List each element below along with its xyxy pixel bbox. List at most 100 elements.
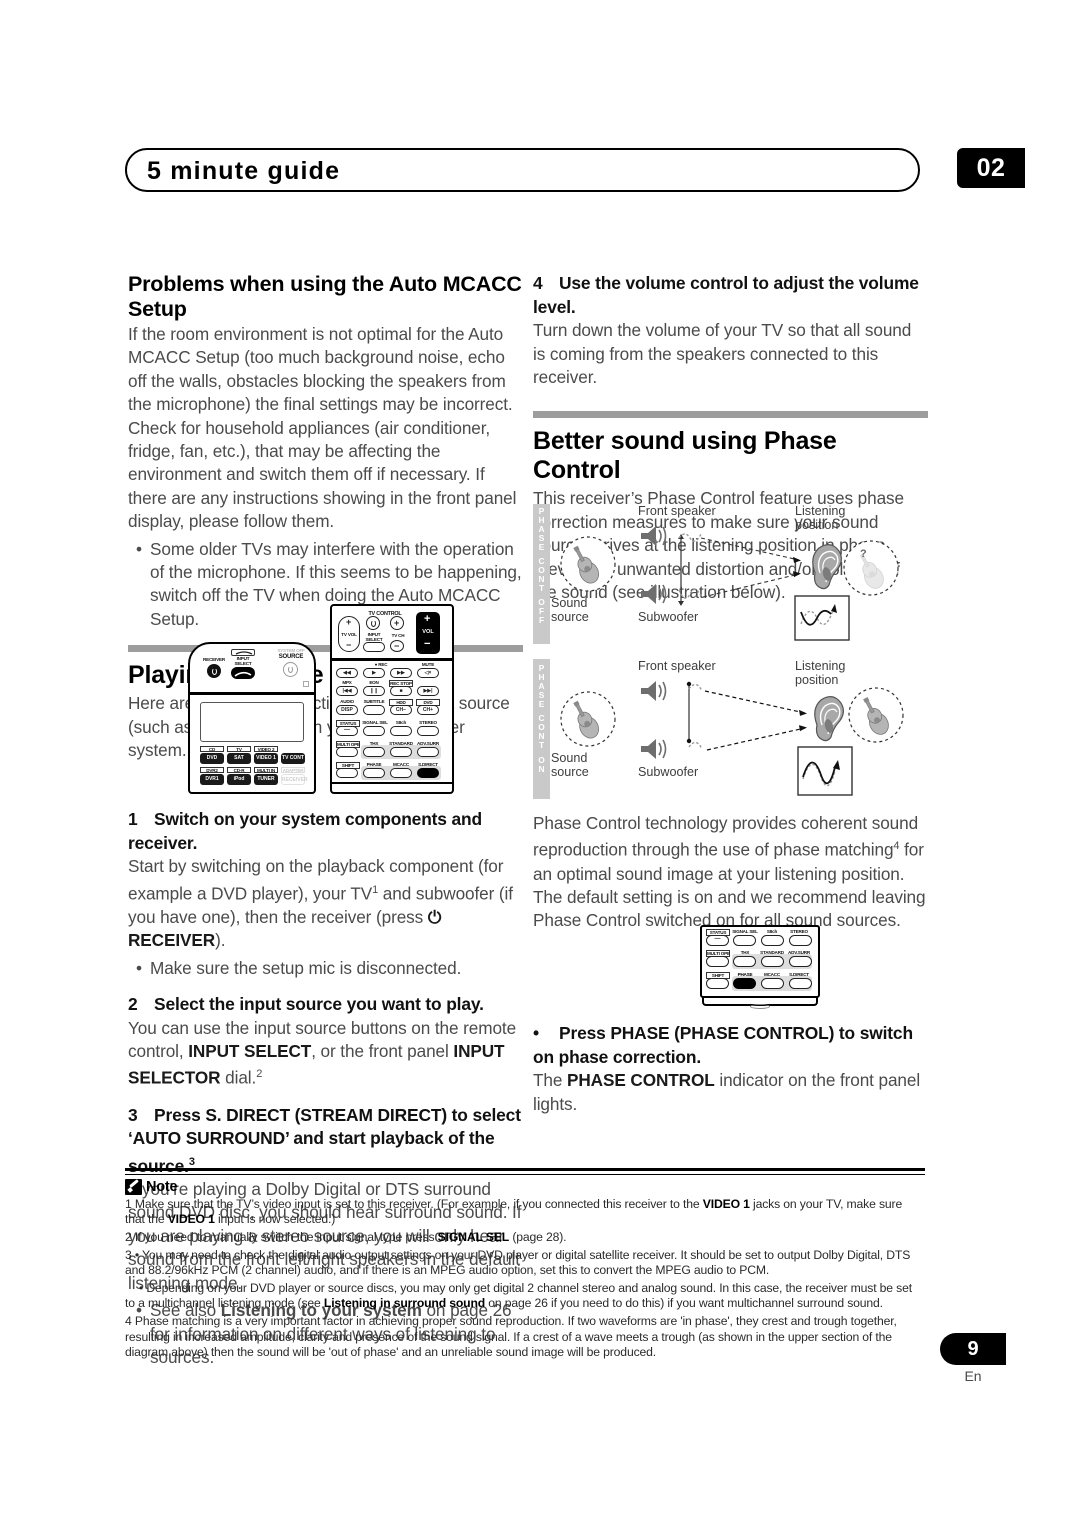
remote2-shift-button[interactable] bbox=[706, 978, 729, 989]
path-front-to-listener bbox=[700, 537, 800, 561]
front-speaker-icon bbox=[641, 526, 667, 546]
mute-icon: ◁× bbox=[424, 669, 432, 676]
diagram-phase-control-on: PHASECONTON Front speaker Listening posi… bbox=[533, 653, 928, 811]
source-button-dvd[interactable]: DVD bbox=[200, 753, 224, 764]
thx-button[interactable] bbox=[363, 747, 385, 757]
list-item: Make sure the setup mic is disconnected. bbox=[128, 957, 523, 981]
page-language-label: En bbox=[964, 1368, 982, 1384]
note-title: Note bbox=[146, 1178, 178, 1195]
remote2-standard-button[interactable] bbox=[761, 956, 784, 967]
subtitle-button[interactable] bbox=[363, 705, 385, 715]
input-select-button[interactable] bbox=[231, 667, 255, 679]
mcacc-button[interactable] bbox=[390, 768, 412, 778]
subwoofer-icon-2 bbox=[641, 739, 667, 759]
footnote-bold-term: Listening in surround sound bbox=[323, 1296, 486, 1311]
diagram-phase-control-off: PHASECONTOFF Front speaker Listening pos… bbox=[533, 498, 928, 656]
remote2-s-direct-button[interactable] bbox=[789, 978, 812, 989]
multi-ope-button[interactable] bbox=[336, 747, 358, 757]
step-4-heading: 4 Use the volume control to adjust the vo… bbox=[533, 273, 919, 317]
footnote-list: 1 Make sure that the TV’s video input is… bbox=[125, 1197, 925, 1361]
subwoofer-icon bbox=[641, 584, 667, 604]
signal-sel-button[interactable] bbox=[363, 726, 385, 736]
footnote-text: (page 28). bbox=[509, 1230, 567, 1245]
source-button-tv-cont[interactable]: TV CONT bbox=[281, 753, 305, 764]
remote2-multi-ope-button[interactable] bbox=[706, 956, 729, 967]
remote2-phase-button[interactable] bbox=[733, 978, 756, 989]
question-mark-label: ? bbox=[860, 548, 867, 560]
standard-button[interactable] bbox=[390, 747, 412, 757]
diagram-graphics-on bbox=[560, 681, 904, 796]
remote2-thx-button[interactable] bbox=[733, 956, 756, 967]
remote-label-system-off: SYSTEM OFF bbox=[277, 648, 305, 653]
s8ch-button[interactable] bbox=[390, 726, 412, 736]
footnote-item: • Depending on your DVD player or source… bbox=[125, 1281, 925, 1312]
step-1-heading: 1 Switch on your system components and re… bbox=[128, 809, 482, 853]
handset-icon bbox=[234, 671, 252, 677]
receiver-bold: RECEIVER bbox=[128, 930, 216, 951]
source-button-dvr1[interactable]: DVR1 bbox=[200, 774, 224, 785]
remote-tab-top bbox=[231, 649, 255, 656]
ear-icon-2 bbox=[814, 696, 844, 742]
remote-label-s8ch: S8ch bbox=[395, 720, 407, 725]
remote-label-audio: AUDIO bbox=[340, 699, 354, 704]
footnote-ref-3: 3 bbox=[188, 1155, 195, 1168]
shift-button[interactable] bbox=[336, 768, 358, 778]
right-column-continued: Phase Control technology provides cohere… bbox=[533, 812, 928, 933]
remote-label-tv-control: TV CONTROL bbox=[368, 611, 402, 617]
remote-label-tv-vol: TV VOL bbox=[341, 632, 357, 637]
phase-button[interactable] bbox=[363, 768, 385, 778]
remote2-label-stereo: STEREO bbox=[790, 929, 808, 934]
paragraph-phase-technology: Phase Control technology provides cohere… bbox=[533, 813, 926, 931]
remote2-s8ch-button[interactable] bbox=[761, 935, 784, 946]
page-title: 5 minute guide bbox=[147, 157, 341, 185]
ear-icon bbox=[812, 544, 842, 590]
remote-label-stereo: STEREO bbox=[419, 720, 437, 725]
remote2-signal-sel-button[interactable] bbox=[733, 935, 756, 946]
source-button-tuner[interactable]: TUNER bbox=[254, 774, 278, 785]
path-sub-to-listener bbox=[702, 573, 800, 598]
footnote-number: 1 bbox=[125, 1196, 135, 1211]
remote2-adv-surr-button[interactable] bbox=[789, 956, 812, 967]
step-3-heading: 3 Press S. DIRECT (STREAM DIRECT) to sele… bbox=[128, 1104, 521, 1176]
source-button-sat[interactable]: SAT bbox=[227, 753, 251, 764]
front-speaker-icon-2 bbox=[641, 681, 667, 701]
wave-bottom-out-of-phase bbox=[678, 588, 702, 599]
footnote-item: 3 • You may need to check the digital au… bbox=[125, 1248, 925, 1279]
wave-bottom-in-phase bbox=[688, 741, 703, 750]
stereo-button[interactable] bbox=[417, 726, 439, 736]
remote2-mcacc-button[interactable] bbox=[761, 978, 784, 989]
heading-mcacc-problems: Problems when using the Auto MCACC Setup bbox=[128, 272, 522, 321]
remote-label-input-select-2: SELECT bbox=[234, 661, 252, 666]
remote-label-subtitle: SUBTITLE bbox=[363, 699, 385, 704]
remote-right-split bbox=[330, 658, 454, 661]
input-select-button-right[interactable] bbox=[363, 642, 385, 652]
source-button-video-1[interactable]: VIDEO 1 bbox=[254, 753, 278, 764]
source-button-alt-label: CD bbox=[200, 746, 224, 752]
phase-bullet-heading: • Press PHASE (PHASE CONTROL) to switch o… bbox=[533, 1023, 913, 1067]
source-button-ipod[interactable]: iPod bbox=[227, 774, 251, 785]
source-button-alt-label: ADAPTER bbox=[281, 767, 305, 773]
paragraph-mcacc-problems: If the room environment is not optimal f… bbox=[128, 324, 517, 532]
remote-left-split bbox=[188, 692, 316, 695]
diagram-graphics-off bbox=[560, 526, 899, 641]
remote-label-mpx: MPX bbox=[342, 680, 352, 685]
remote-label-ch-plus: CH+ bbox=[422, 707, 434, 713]
source-button-receiver[interactable]: RECEIVER bbox=[281, 774, 308, 785]
remote2-stereo-button[interactable] bbox=[789, 935, 812, 946]
note-header: Note bbox=[125, 1178, 925, 1195]
tv-vol-minus-icon: − bbox=[346, 640, 352, 650]
footnote-number: 2 bbox=[125, 1230, 135, 1245]
footnote-number: 4 bbox=[125, 1314, 135, 1329]
footnote-divider-thin bbox=[125, 1173, 925, 1175]
status-dash-icon: — bbox=[344, 727, 350, 733]
remote2-bottom-button bbox=[750, 1004, 770, 1009]
s-direct-button[interactable] bbox=[417, 768, 439, 778]
footnote-bold-term: VIDEO 1 bbox=[702, 1196, 750, 1211]
source-button-grid: CD DVD TV SAT VIDEO 2 VIDEO 1 TV CONT DVR2 DVR1 C… bbox=[200, 746, 308, 788]
footnote-text: on page 26 if you need to do this) if yo… bbox=[485, 1296, 883, 1311]
phase-bullet-body: The PHASE CONTROL indicator on the front… bbox=[533, 1070, 921, 1114]
adv-surr-button[interactable] bbox=[417, 747, 439, 757]
step-1-bullets: Make sure the setup mic is disconnected. bbox=[128, 957, 523, 981]
tv-ch-minus-icon: − bbox=[394, 641, 400, 651]
step-1-number: 1 bbox=[128, 809, 138, 829]
